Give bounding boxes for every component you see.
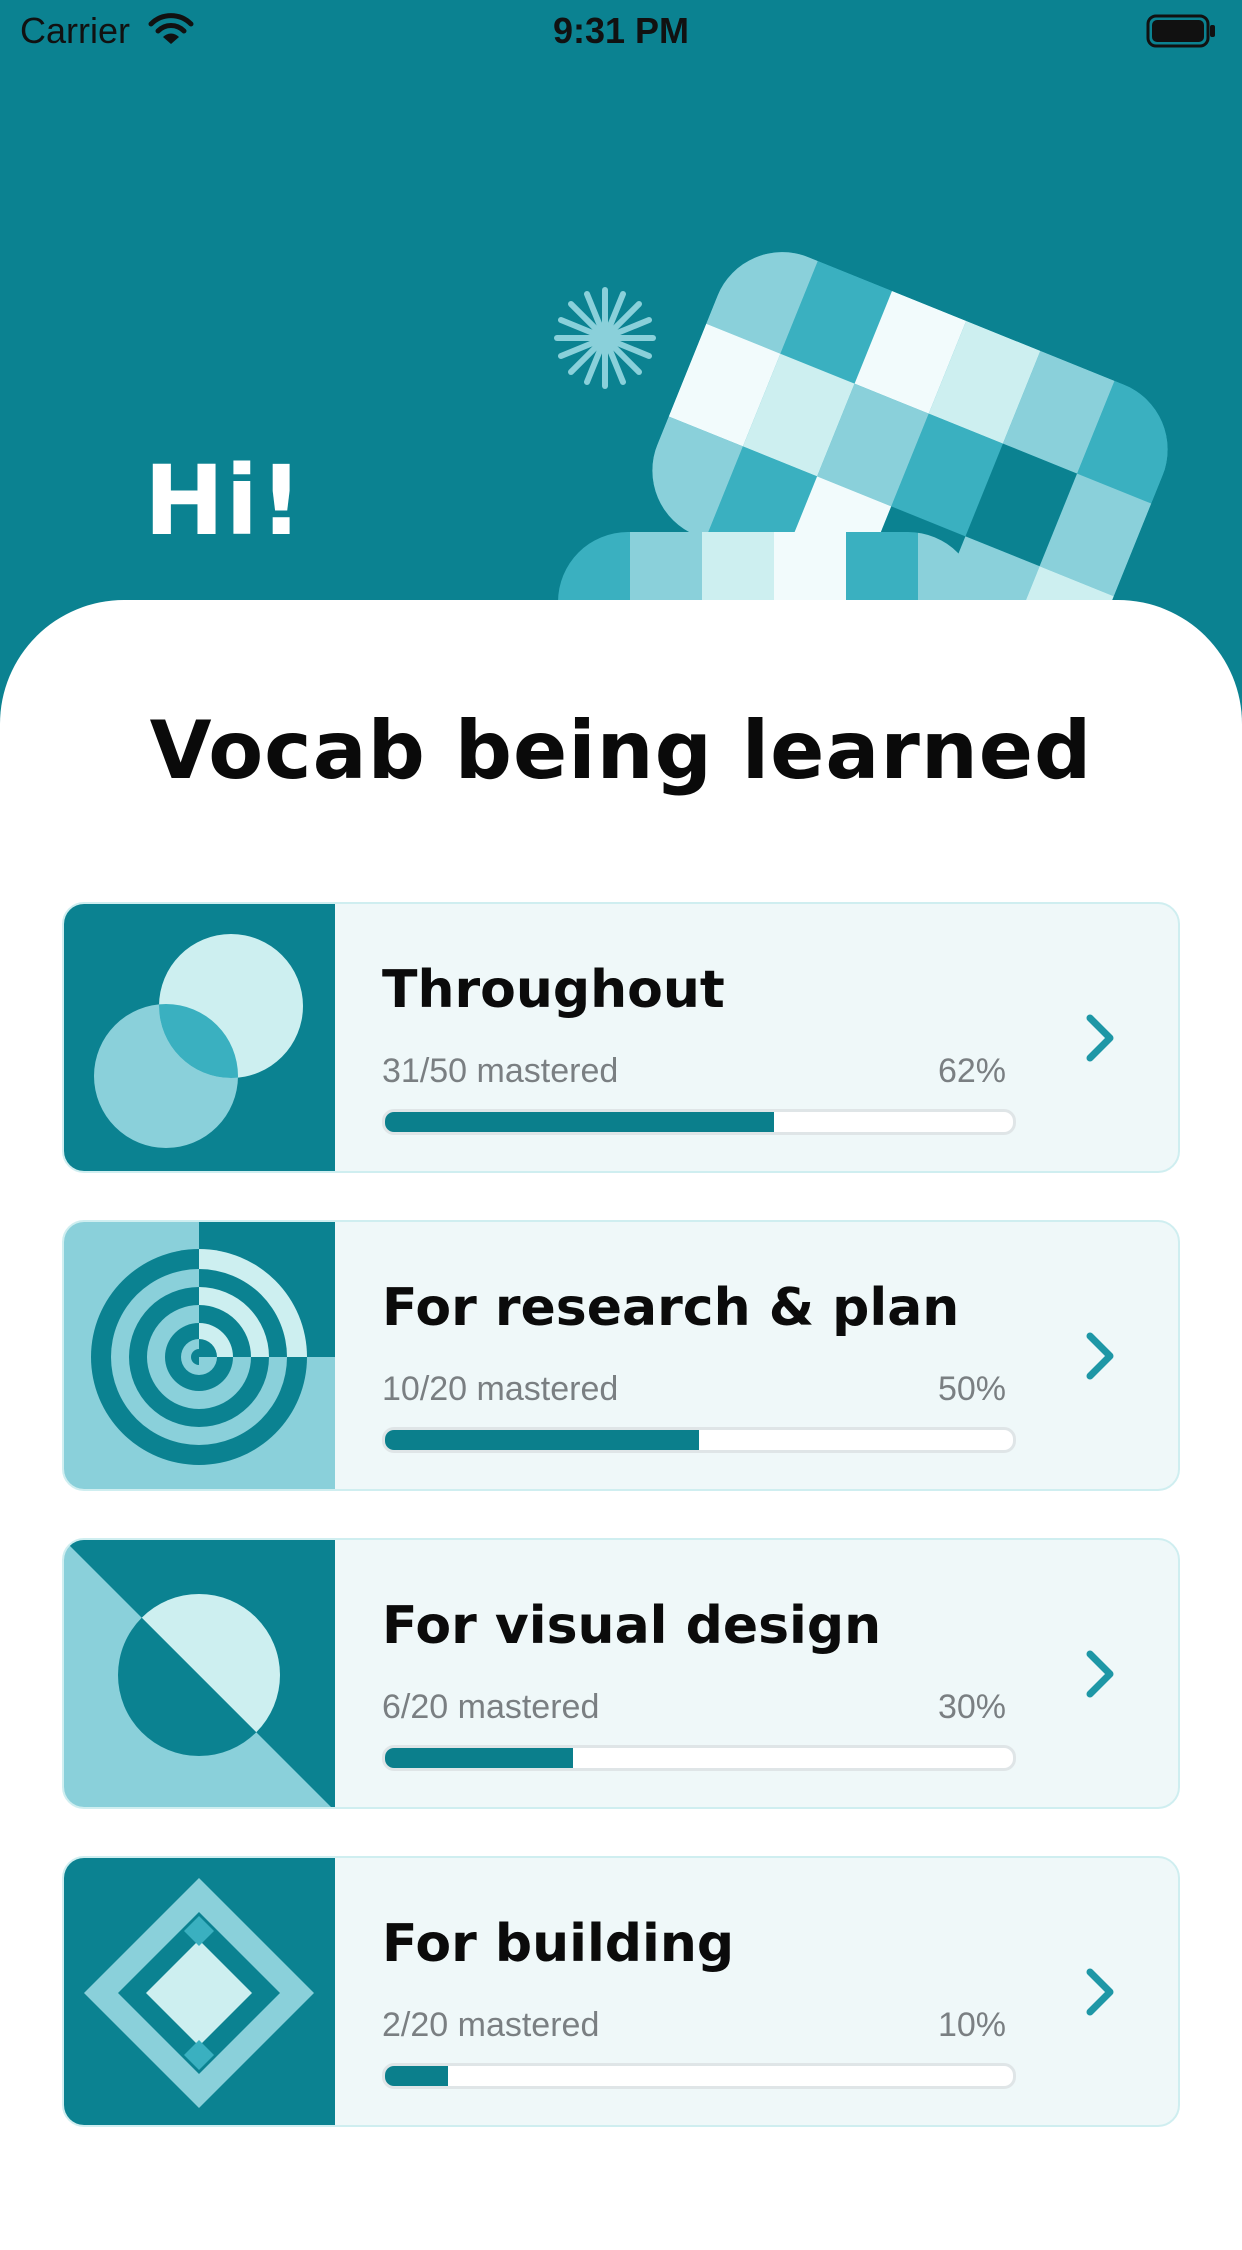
deck-title: For building bbox=[382, 1914, 735, 1974]
progress-fill bbox=[385, 1748, 574, 1768]
chevron-right-icon[interactable] bbox=[1084, 1648, 1118, 1700]
split-circle-icon bbox=[64, 1540, 335, 1807]
chevron-right-icon[interactable] bbox=[1084, 1012, 1118, 1064]
progress-bar bbox=[382, 1109, 1016, 1135]
content-sheet: Vocab being learned Throughout 31/50 mas… bbox=[0, 600, 1242, 2250]
mastered-count: 6/20 mastered bbox=[382, 1688, 600, 1726]
status-bar: Carrier 9:31 PM bbox=[0, 0, 1242, 62]
deck-card-building[interactable]: For building 2/20 mastered 10% bbox=[62, 1856, 1180, 2127]
target-rings-icon bbox=[64, 1222, 335, 1489]
progress-percent: 50% bbox=[937, 1370, 1006, 1408]
overlapping-circles-icon bbox=[64, 904, 335, 1171]
nested-diamonds-icon bbox=[64, 1858, 335, 2125]
progress-fill bbox=[385, 2066, 448, 2086]
chevron-right-icon[interactable] bbox=[1084, 1330, 1118, 1382]
deck-title: Throughout bbox=[382, 960, 725, 1020]
sunburst-icon bbox=[554, 287, 656, 389]
mastered-count: 10/20 mastered bbox=[382, 1370, 619, 1408]
progress-bar bbox=[382, 1745, 1016, 1771]
battery-icon bbox=[1146, 14, 1215, 48]
progress-percent: 30% bbox=[937, 1688, 1006, 1726]
greeting-text: Hi! bbox=[144, 445, 305, 557]
progress-fill bbox=[385, 1430, 699, 1450]
status-time: 9:31 PM bbox=[552, 10, 690, 51]
section-title: Vocab being learned bbox=[149, 704, 1093, 797]
chevron-right-icon[interactable] bbox=[1084, 1966, 1118, 2018]
progress-percent: 10% bbox=[937, 2006, 1006, 2044]
deck-card-research-plan[interactable]: For research & plan 10/20 mastered 50% bbox=[62, 1220, 1180, 1491]
mastered-count: 2/20 mastered bbox=[382, 2006, 600, 2044]
deck-card-visual-design[interactable]: For visual design 6/20 mastered 30% bbox=[62, 1538, 1180, 1809]
hero-header: Hi! bbox=[0, 0, 1242, 620]
deck-card-throughout[interactable]: Throughout 31/50 mastered 62% bbox=[62, 902, 1180, 1173]
progress-bar bbox=[382, 2063, 1016, 2089]
progress-fill bbox=[385, 1112, 775, 1132]
progress-percent: 62% bbox=[937, 1052, 1006, 1090]
mastered-count: 31/50 mastered bbox=[382, 1052, 619, 1090]
deck-title: For visual design bbox=[382, 1596, 882, 1656]
deck-title: For research & plan bbox=[382, 1278, 960, 1338]
progress-bar bbox=[382, 1427, 1016, 1453]
